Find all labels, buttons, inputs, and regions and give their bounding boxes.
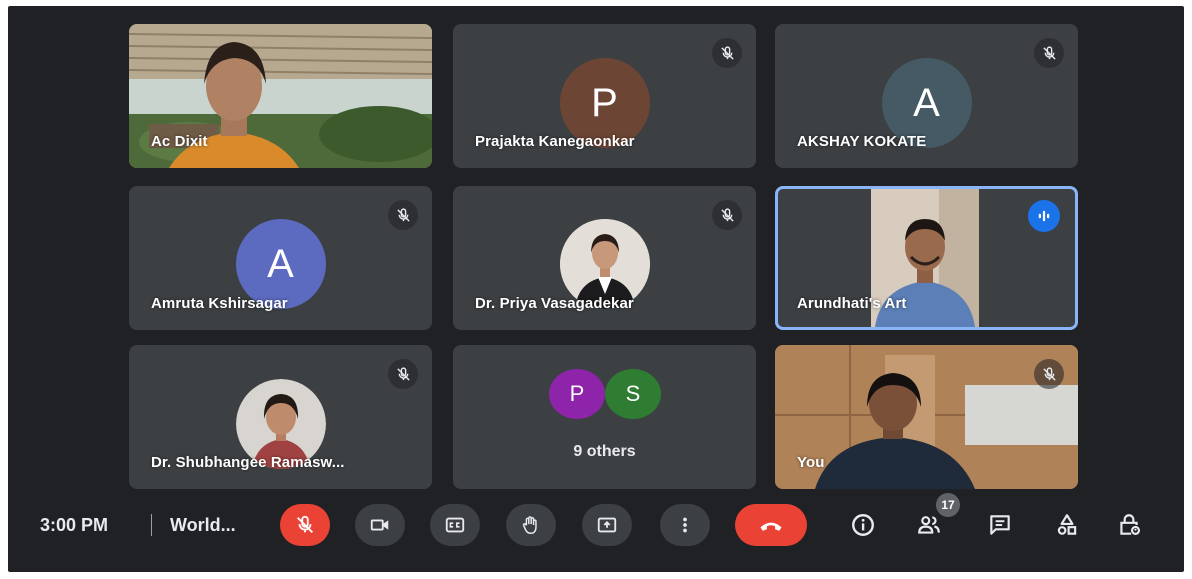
phone-hangup-icon xyxy=(760,522,782,531)
participant-name: Dr. Shubhangee Ramasw... xyxy=(151,454,345,471)
people-count-badge: 17 xyxy=(936,493,960,517)
toolbar-separator xyxy=(151,514,152,536)
others-count: 9 others xyxy=(573,443,636,460)
mic-off-icon xyxy=(388,359,418,389)
participant-tile-arundhati[interactable]: Arundhati's Art xyxy=(775,186,1078,330)
participant-name: Dr. Priya Vasagadekar xyxy=(475,295,634,312)
present-screen-button[interactable] xyxy=(582,504,632,546)
meeting-details-button[interactable] xyxy=(844,506,882,544)
participant-tile-prajakta[interactable]: P Prajakta Kanegaonkar xyxy=(453,24,756,168)
speaking-indicator-icon xyxy=(1028,200,1060,232)
mic-off-icon xyxy=(712,200,742,230)
participant-tile-akshay[interactable]: A AKSHAY KOKATE xyxy=(775,24,1078,168)
leave-call-button[interactable] xyxy=(735,504,807,546)
avatar: S xyxy=(605,369,661,419)
avatar: P xyxy=(549,369,605,419)
others-avatars: P S xyxy=(453,369,756,419)
participant-name: AKSHAY KOKATE xyxy=(797,133,927,150)
info-icon xyxy=(852,514,874,536)
chat-icon xyxy=(990,515,1010,535)
mic-off-icon xyxy=(712,38,742,68)
activities-shapes-icon xyxy=(1057,514,1077,535)
mic-toggle-button[interactable] xyxy=(280,504,330,546)
meet-window: Ac Dixit P Prajakta Kanegaonkar A AKSHAY… xyxy=(8,6,1184,572)
mic-off-icon xyxy=(297,515,313,533)
more-vert-icon xyxy=(683,517,687,533)
host-controls-button[interactable] xyxy=(1110,506,1148,544)
camera-icon xyxy=(370,519,389,531)
closed-captions-icon xyxy=(445,517,465,533)
mic-off-icon xyxy=(388,200,418,230)
meeting-title[interactable]: World... xyxy=(170,515,236,536)
bottom-toolbar: 3:00 PM World... 17 xyxy=(8,490,1184,572)
participant-name: You xyxy=(797,454,825,471)
more-options-button[interactable] xyxy=(660,504,710,546)
participant-tile-you[interactable]: You xyxy=(775,345,1078,489)
chat-button[interactable] xyxy=(981,506,1019,544)
participant-tile-shubhangee[interactable]: Dr. Shubhangee Ramasw... xyxy=(129,345,432,489)
captions-button[interactable] xyxy=(430,504,480,546)
activities-button[interactable] xyxy=(1048,506,1086,544)
hand-icon xyxy=(522,516,537,534)
lock-person-icon xyxy=(1120,514,1141,535)
camera-toggle-button[interactable] xyxy=(355,504,405,546)
meeting-time: 3:00 PM xyxy=(40,515,109,535)
participant-tile-priya[interactable]: Dr. Priya Vasagadekar xyxy=(453,186,756,330)
mic-off-icon xyxy=(1034,38,1064,68)
participant-name: Prajakta Kanegaonkar xyxy=(475,133,635,150)
raise-hand-button[interactable] xyxy=(506,504,556,546)
participant-name: Amruta Kshirsagar xyxy=(151,295,288,312)
participant-tile-amruta[interactable]: A Amruta Kshirsagar xyxy=(129,186,432,330)
participant-name: Ac Dixit xyxy=(151,133,208,150)
participant-tile-ac-dixit[interactable]: Ac Dixit xyxy=(129,24,432,168)
participant-name: Arundhati's Art xyxy=(797,295,907,312)
mic-off-icon xyxy=(1034,359,1064,389)
participant-grid: Ac Dixit P Prajakta Kanegaonkar A AKSHAY… xyxy=(8,6,1184,572)
others-tile[interactable]: P S 9 others xyxy=(453,345,756,489)
present-icon xyxy=(597,517,617,533)
people-icon xyxy=(918,516,940,534)
